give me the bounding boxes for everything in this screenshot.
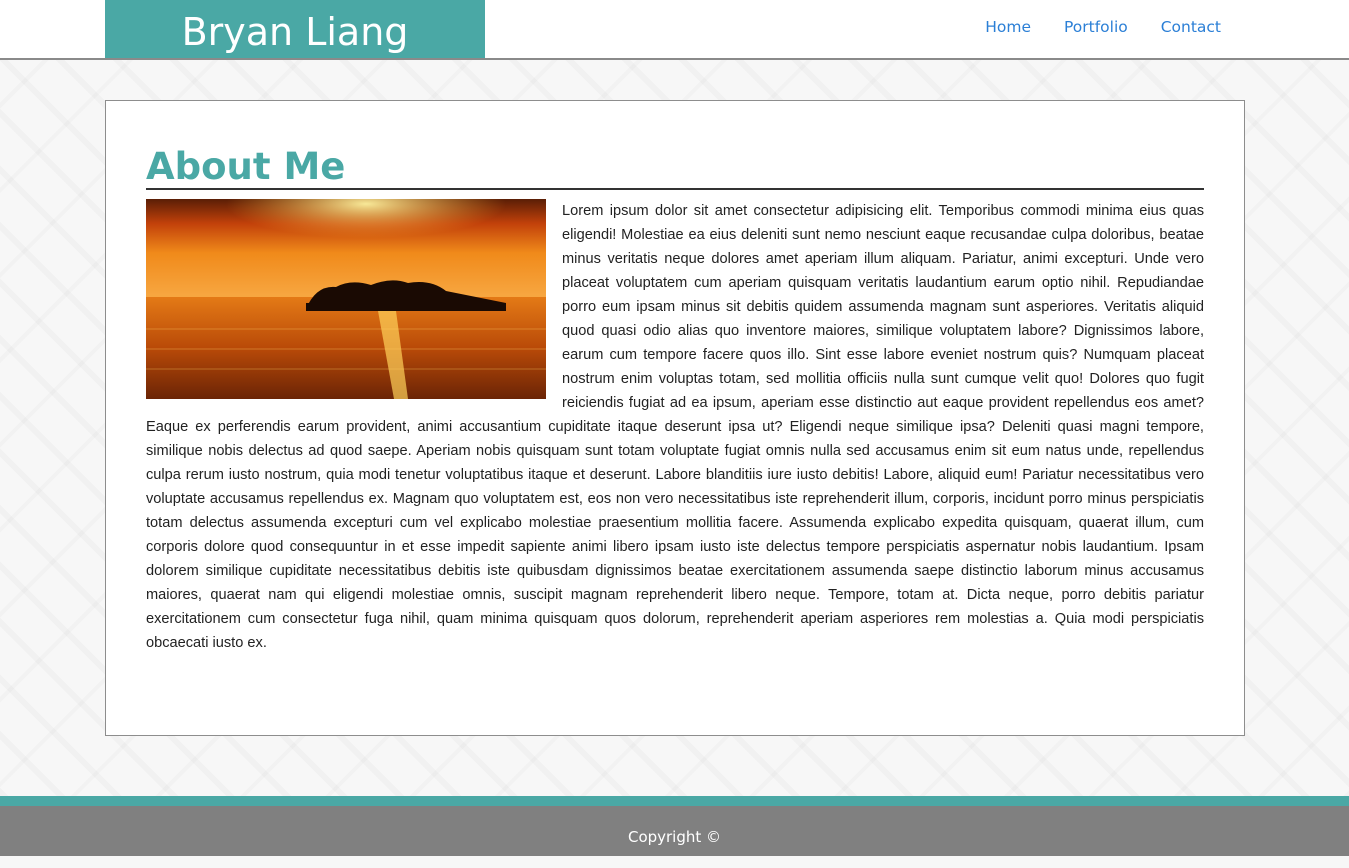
about-content: Lorem ipsum dolor sit amet consectetur a… [146,199,1204,655]
sunset-image [146,199,546,399]
sunset-island-photo [146,199,546,399]
site-footer: Copyright © [0,796,1349,856]
site-header: Bryan Liang Home Portfolio Contact [0,0,1349,60]
page-title: About Me [146,145,346,188]
title-divider [146,188,1204,190]
nav-home-link[interactable]: Home [985,18,1031,36]
nav-contact-link[interactable]: Contact [1161,18,1221,36]
about-card: About Me Lorem ipsum dolor sit amet cons… [105,100,1245,736]
nav-portfolio-link[interactable]: Portfolio [1064,18,1128,36]
copyright-text: Copyright © [627,828,722,846]
site-brand[interactable]: Bryan Liang [105,0,485,58]
main-nav: Home Portfolio Contact [957,18,1221,36]
